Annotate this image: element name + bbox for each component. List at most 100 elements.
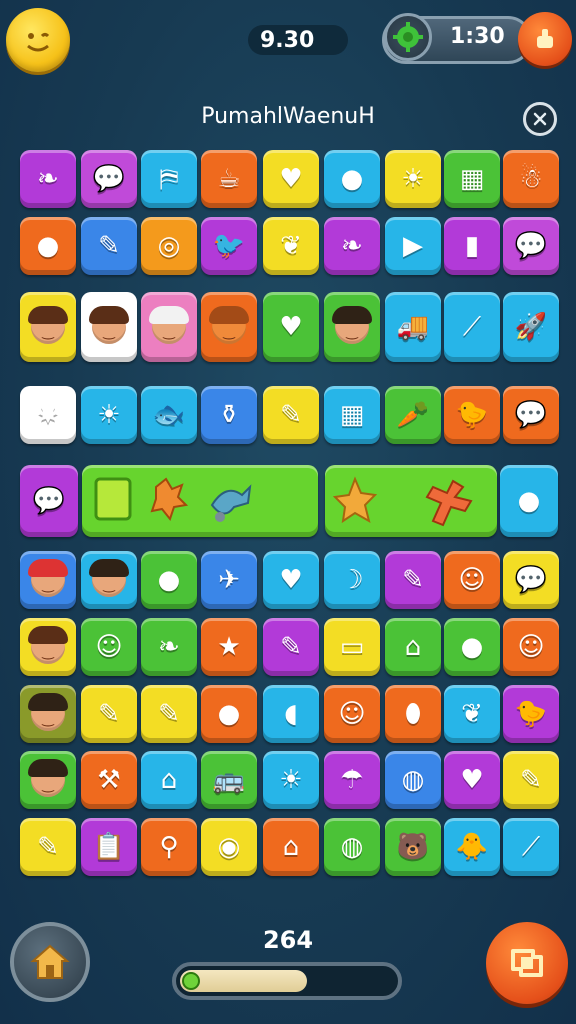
- boy-face-icon: [28, 693, 68, 731]
- tile-girl-face[interactable]: [20, 292, 76, 362]
- tile-boy-face[interactable]: [20, 551, 76, 609]
- tile-ball[interactable]: ◍: [385, 751, 441, 809]
- tile-calculator[interactable]: ▦: [324, 386, 380, 444]
- close-icon: [533, 112, 547, 126]
- timer-value: 1:30: [450, 24, 505, 49]
- ball-icon: ●: [340, 164, 364, 194]
- tile-sun[interactable]: ☀: [263, 751, 319, 809]
- swap-button[interactable]: [486, 922, 568, 1004]
- tile-pencil[interactable]: ✎: [385, 551, 441, 609]
- tile-blob[interactable]: ✸: [20, 386, 76, 444]
- tile-blob[interactable]: ●: [20, 217, 76, 275]
- tile-girl-face[interactable]: [81, 292, 137, 362]
- tile-pencil[interactable]: ✎: [263, 618, 319, 676]
- tile-banana[interactable]: ☽: [324, 551, 380, 609]
- tile-pencil[interactable]: ✎: [81, 685, 137, 743]
- tile-boy-face[interactable]: [20, 685, 76, 743]
- tile-chat-bubble[interactable]: 💬: [503, 386, 559, 444]
- tile-heart[interactable]: ♥: [263, 292, 319, 362]
- tile-truck[interactable]: 🚚: [385, 292, 441, 362]
- tile-smiley-face[interactable]: ☺: [81, 618, 137, 676]
- tile-chat-bubble[interactable]: 💬: [503, 217, 559, 275]
- tile-magnifier[interactable]: ⚲: [141, 818, 197, 876]
- tile-blob[interactable]: ●: [141, 551, 197, 609]
- tile-donut[interactable]: ◎: [141, 217, 197, 275]
- tile-play[interactable]: ▶: [385, 217, 441, 275]
- tile-jar[interactable]: ⚱: [201, 386, 257, 444]
- tile-heart[interactable]: ♥: [263, 551, 319, 609]
- tile-boy-face[interactable]: [324, 292, 380, 362]
- fish-icon: 🐟: [152, 400, 186, 430]
- tile-house[interactable]: ⌂: [141, 751, 197, 809]
- tile-house[interactable]: ⌂: [385, 618, 441, 676]
- tile-chat-bubble[interactable]: 💬: [20, 465, 78, 537]
- tile-duck[interactable]: 🐤: [444, 386, 500, 444]
- tile-pencil[interactable]: ✎: [263, 386, 319, 444]
- tile-chick[interactable]: 🐥: [444, 818, 500, 876]
- tile-sun[interactable]: ☀: [385, 150, 441, 208]
- tile-rocket[interactable]: 🚀: [503, 292, 559, 362]
- tile-chick[interactable]: 🐤: [503, 685, 559, 743]
- tile-pencil[interactable]: ✎: [141, 685, 197, 743]
- tile-boy-face[interactable]: [81, 551, 137, 609]
- tile-girl-face[interactable]: [20, 618, 76, 676]
- tile-leaf[interactable]: ❧: [324, 217, 380, 275]
- tile-heart[interactable]: ♥: [444, 751, 500, 809]
- avatar[interactable]: [6, 8, 70, 72]
- tile-pencil[interactable]: ✎: [503, 751, 559, 809]
- blob-icon: ✸: [37, 400, 59, 430]
- tile-heart[interactable]: ♥: [263, 150, 319, 208]
- tile-ghost[interactable]: ☃: [503, 150, 559, 208]
- tile-brush[interactable]: ⟋: [503, 818, 559, 876]
- tile-blob[interactable]: ●: [201, 685, 257, 743]
- tile-boy-face[interactable]: [141, 292, 197, 362]
- tile-hammer[interactable]: ⚒: [81, 751, 137, 809]
- tile-carrot[interactable]: 🥕: [385, 386, 441, 444]
- tile-smiley-face[interactable]: ☺: [444, 551, 500, 609]
- tile-ball[interactable]: ●: [444, 618, 500, 676]
- tile-star[interactable]: ★: [201, 618, 257, 676]
- tile-smiley-face[interactable]: ☺: [503, 618, 559, 676]
- tile-bread[interactable]: ◖: [263, 685, 319, 743]
- tile-eraser[interactable]: ▭: [324, 618, 380, 676]
- tile-leaf[interactable]: ❧: [20, 150, 76, 208]
- tile-smiley-face[interactable]: ☺: [324, 685, 380, 743]
- tile-tape[interactable]: ◉: [201, 818, 257, 876]
- power-button[interactable]: [518, 12, 572, 66]
- tile-leaf[interactable]: ❦: [263, 217, 319, 275]
- tile-leaf[interactable]: ❧: [141, 618, 197, 676]
- eraser-icon: ▭: [339, 632, 365, 662]
- tile-ball[interactable]: ◍: [324, 818, 380, 876]
- tile-umbrella[interactable]: ☂: [324, 751, 380, 809]
- tile-leaf[interactable]: ❦: [444, 685, 500, 743]
- tile-chat-bubble[interactable]: 💬: [81, 150, 137, 208]
- tile-pencil[interactable]: ✎: [20, 818, 76, 876]
- tile-broom[interactable]: ⟋: [444, 292, 500, 362]
- tile-bear[interactable]: 🐻: [385, 818, 441, 876]
- tile-boy-face[interactable]: [20, 751, 76, 809]
- tile-basket[interactable]: ⛿: [141, 150, 197, 208]
- tile-bus[interactable]: 🚌: [201, 751, 257, 809]
- score-value: 9.30: [260, 27, 315, 53]
- close-button[interactable]: [523, 102, 557, 136]
- house-icon: ⌂: [282, 832, 300, 862]
- tile-calculator[interactable]: ▦: [444, 150, 500, 208]
- tile-plane[interactable]: ✈: [201, 551, 257, 609]
- tile-cup[interactable]: ☕: [201, 150, 257, 208]
- tile-house[interactable]: ⌂: [263, 818, 319, 876]
- tile-fish[interactable]: 🐟: [141, 386, 197, 444]
- score-display: 9.30: [248, 25, 348, 55]
- matched-tile-group-2[interactable]: [325, 465, 497, 537]
- tile-smiley-face[interactable]: [201, 292, 257, 362]
- tile-blob[interactable]: ●: [500, 465, 558, 537]
- tile-chat-bubble[interactable]: 💬: [503, 551, 559, 609]
- tile-clipboard[interactable]: 📋: [81, 818, 137, 876]
- tile-egg[interactable]: ⬮: [385, 685, 441, 743]
- tile-bar-chart[interactable]: ▮: [444, 217, 500, 275]
- tile-sun[interactable]: ☀: [81, 386, 137, 444]
- tile-ball[interactable]: ●: [324, 150, 380, 208]
- matched-tile-group[interactable]: [82, 465, 318, 537]
- gear-icon[interactable]: [384, 13, 432, 61]
- tile-bird[interactable]: 🐦: [201, 217, 257, 275]
- tile-pencil[interactable]: ✎: [81, 217, 137, 275]
